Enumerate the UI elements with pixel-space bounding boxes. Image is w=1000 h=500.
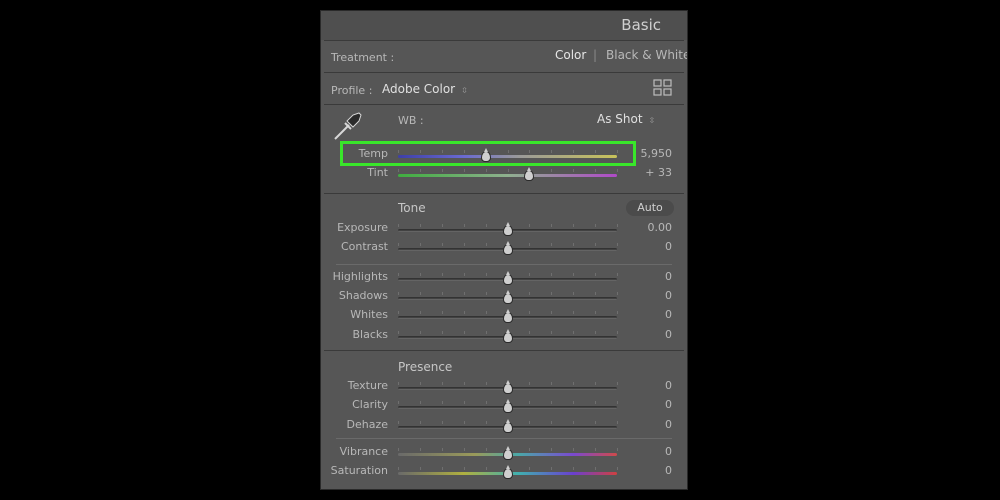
exposure-slider-thumb[interactable] [502, 222, 513, 236]
treatment-separator: | [593, 48, 598, 62]
clarity-slider-thumb[interactable] [502, 399, 513, 413]
divider [324, 72, 684, 73]
blacks-label: Blacks [352, 328, 389, 341]
contrast-value[interactable]: 0 [622, 240, 672, 253]
texture-label: Texture [347, 379, 388, 392]
profile-value: Adobe Color [382, 82, 456, 96]
tint-slider-track[interactable] [398, 174, 617, 177]
whites-label: Whites [350, 308, 388, 321]
texture-value[interactable]: 0 [622, 379, 672, 392]
whites-slider-thumb[interactable] [502, 309, 513, 323]
treatment-color-option[interactable]: Color [555, 48, 586, 62]
tint-slider-ticks [398, 169, 618, 173]
wb-dropdown[interactable]: As Shot ⇳ [597, 112, 655, 126]
tint-value[interactable]: + 33 [622, 166, 672, 179]
highlights-value[interactable]: 0 [622, 270, 672, 283]
wb-value: As Shot [597, 112, 643, 126]
eyedropper-icon[interactable] [331, 109, 365, 143]
divider [324, 350, 684, 351]
panel-header[interactable]: Basic [321, 11, 687, 40]
exposure-value[interactable]: 0.00 [622, 221, 673, 234]
shadows-slider-thumb[interactable] [502, 290, 513, 304]
dehaze-slider-thumb[interactable] [502, 419, 513, 433]
clarity-value[interactable]: 0 [622, 398, 672, 411]
dropdown-arrow-icon: ⇳ [461, 86, 468, 95]
texture-slider-thumb[interactable] [502, 380, 513, 394]
divider [324, 40, 684, 41]
tint-slider-thumb[interactable] [524, 167, 535, 181]
clarity-label: Clarity [352, 398, 388, 411]
shadows-value[interactable]: 0 [622, 289, 672, 302]
presence-title: Presence [398, 360, 453, 374]
saturation-slider-thumb[interactable] [502, 465, 513, 479]
blacks-value[interactable]: 0 [622, 328, 672, 341]
blacks-slider-thumb[interactable] [502, 329, 513, 343]
tone-title: Tone [398, 201, 426, 215]
dropdown-arrow-icon: ⇳ [648, 116, 656, 125]
shadows-label: Shadows [338, 289, 388, 302]
dehaze-label: Dehaze [346, 418, 389, 431]
divider [324, 193, 684, 194]
profile-dropdown[interactable]: Adobe Color ⇳ [382, 82, 468, 96]
basic-panel: Basic Treatment : Color | Black & White … [320, 10, 688, 490]
profile-label: Profile : [331, 84, 373, 97]
saturation-value[interactable]: 0 [622, 464, 672, 477]
dehaze-value[interactable]: 0 [622, 418, 672, 431]
exposure-label: Exposure [337, 221, 388, 234]
vibrance-label: Vibrance [339, 445, 388, 458]
highlights-label: Highlights [332, 270, 388, 283]
panel-title: Basic [621, 16, 661, 34]
tint-label: Tint [367, 166, 388, 179]
highlights-slider-thumb[interactable] [502, 271, 513, 285]
whites-value[interactable]: 0 [622, 308, 672, 321]
vibrance-value[interactable]: 0 [622, 445, 672, 458]
vibrance-slider-thumb[interactable] [502, 446, 513, 460]
temp-highlight-box [340, 141, 636, 166]
saturation-label: Saturation [330, 464, 388, 477]
contrast-label: Contrast [340, 240, 388, 253]
wb-label: WB : [398, 114, 424, 127]
contrast-slider-thumb[interactable] [502, 241, 513, 255]
divider [336, 264, 672, 265]
auto-button[interactable]: Auto [626, 200, 674, 216]
treatment-bw-option[interactable]: Black & White [606, 48, 687, 62]
divider [324, 104, 684, 105]
profile-grid-icon[interactable] [653, 79, 673, 97]
divider [336, 438, 672, 439]
treatment-label: Treatment : [331, 51, 395, 64]
